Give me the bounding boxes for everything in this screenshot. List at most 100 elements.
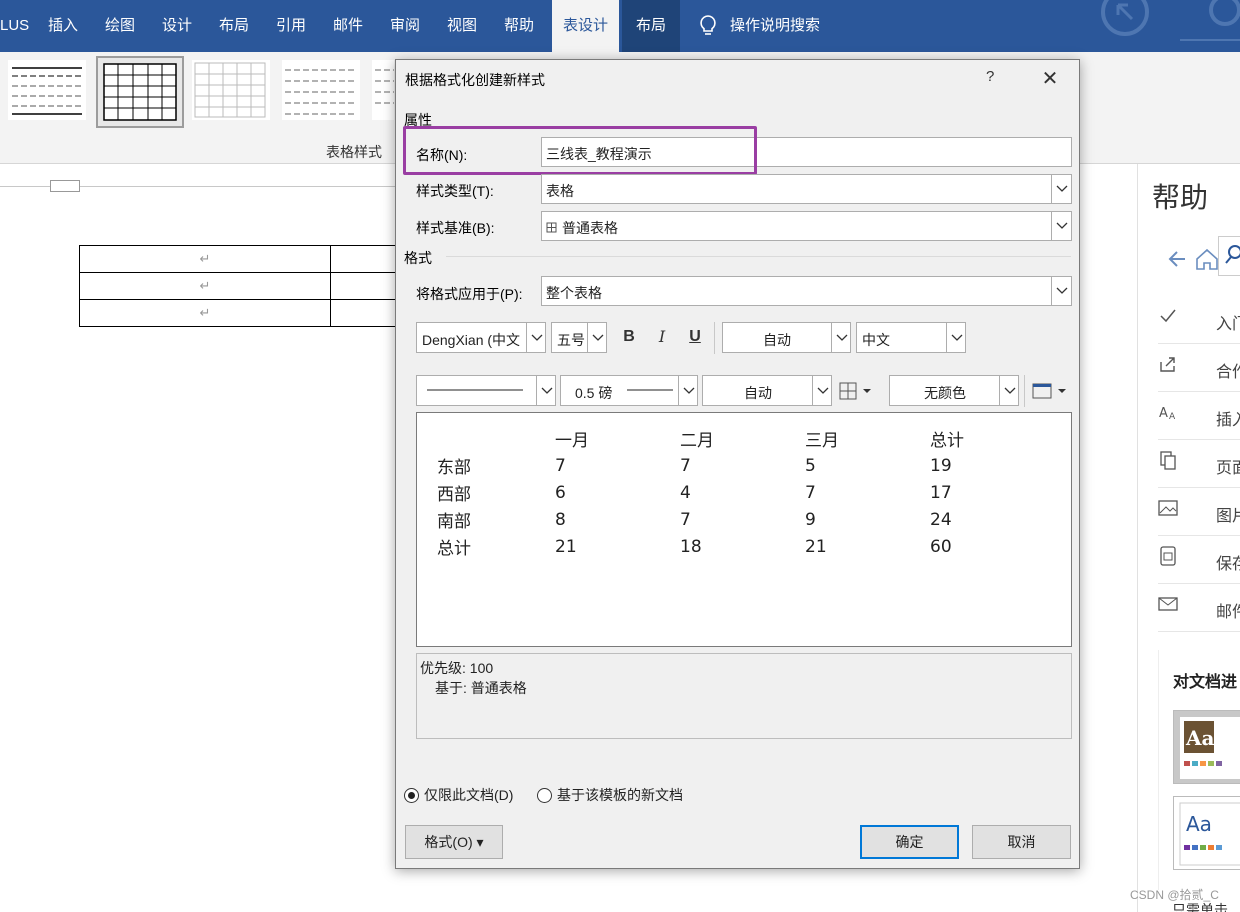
table-cell[interactable]: ↵ xyxy=(79,299,331,327)
italic-button[interactable]: I xyxy=(651,323,673,351)
chevron-down-icon[interactable] xyxy=(587,323,606,352)
font-name-select[interactable]: DengXian (中文 xyxy=(416,322,546,353)
underline-button[interactable]: U xyxy=(684,323,706,351)
border-style-select[interactable] xyxy=(416,375,556,406)
chevron-down-icon[interactable] xyxy=(1051,277,1071,305)
svg-text:A: A xyxy=(1159,406,1168,421)
radio-this-document-only[interactable]: 仅限此文档(D) xyxy=(404,785,513,805)
preview-header-row: 一月 二月 三月 总计 xyxy=(431,425,1055,452)
help-icon[interactable]: ? xyxy=(986,68,1002,85)
tab-table-design[interactable]: 表设计 xyxy=(552,0,620,52)
help-item-insert[interactable]: AA 插入 xyxy=(1158,392,1240,440)
help-card[interactable]: 对文档进 Aa Aa xyxy=(1158,650,1240,890)
style-type-select[interactable]: 表格 xyxy=(541,174,1072,204)
border-width-value: 0.5 磅 xyxy=(575,385,613,401)
radio-new-documents-template[interactable]: 基于该模板的新文档 xyxy=(537,785,683,805)
preview-cell: 5 xyxy=(805,455,816,476)
help-pane: 帮助 入门 合作 AA 插入 页面 图片 xyxy=(1137,164,1240,912)
chevron-down-icon[interactable] xyxy=(1051,212,1071,240)
tab-review[interactable]: 审阅 xyxy=(380,0,430,52)
preview-cell: 一月 xyxy=(555,431,589,451)
help-search-box[interactable] xyxy=(1218,236,1240,276)
table-cell[interactable]: ↵ xyxy=(79,272,331,300)
ruler-indent-marker[interactable] xyxy=(50,180,80,192)
tab-layout[interactable]: 布局 xyxy=(209,0,259,52)
table-style-plain[interactable] xyxy=(8,60,86,120)
style-based-select[interactable]: 普通表格 xyxy=(541,211,1072,241)
border-width-select[interactable]: 0.5 磅 xyxy=(560,375,698,406)
close-icon[interactable]: ✕ xyxy=(1036,66,1064,92)
help-item-get-started[interactable]: 入门 xyxy=(1158,296,1240,344)
preview-row: 南部 8 7 9 24 xyxy=(431,506,1055,533)
document-table[interactable]: ↵ ↵ ↵ xyxy=(79,245,401,327)
preview-cell: 17 xyxy=(930,482,952,503)
borders-grid-icon xyxy=(839,382,871,400)
preview-table: 一月 二月 三月 总计 东部 7 7 5 19 西部 6 4 7 17 南部 8… xyxy=(431,425,1055,560)
table-cell[interactable] xyxy=(330,299,401,327)
preview-cell: 9 xyxy=(805,509,816,530)
preview-cell: 南部 xyxy=(437,512,471,532)
format-menu-button[interactable]: 格式(O) ▾ xyxy=(405,825,503,859)
tell-me-search[interactable]: 操作说明搜索 xyxy=(730,0,820,52)
font-color-value: 自动 xyxy=(763,332,791,348)
preview-cell: 8 xyxy=(555,509,566,530)
preview-cell: 6 xyxy=(555,482,566,503)
help-item-collaborate[interactable]: 合作 xyxy=(1158,344,1240,392)
table-row: ↵ xyxy=(79,245,401,273)
radio-label: 仅限此文档(D) xyxy=(424,787,514,803)
font-size-select[interactable]: 五号 xyxy=(551,322,607,353)
table-alignment-icon xyxy=(1032,383,1066,399)
table-style-light-grid[interactable] xyxy=(192,60,270,120)
font-color-select[interactable]: 自动 xyxy=(722,322,851,353)
bold-button[interactable]: B xyxy=(618,323,640,351)
preview-cell: 总计 xyxy=(437,539,471,559)
ok-button[interactable]: 确定 xyxy=(860,825,959,859)
help-item-pages[interactable]: 页面 xyxy=(1158,440,1240,488)
search-icon xyxy=(1225,245,1240,264)
help-item-save[interactable]: 保存 xyxy=(1158,536,1240,584)
theme-thumbnail-light[interactable]: Aa xyxy=(1173,796,1240,870)
save-icon xyxy=(1160,546,1176,566)
preview-cell: 总计 xyxy=(930,431,964,451)
tab-insert[interactable]: 插入 xyxy=(38,0,88,52)
chevron-down-icon[interactable] xyxy=(831,323,850,352)
tab-plus[interactable]: LUS xyxy=(0,0,39,52)
table-style-dotted-grid[interactable] xyxy=(282,60,360,120)
borders-button[interactable] xyxy=(838,380,878,402)
chevron-down-icon[interactable] xyxy=(999,376,1018,405)
chevron-down-icon[interactable] xyxy=(1051,175,1071,203)
tab-help[interactable]: 帮助 xyxy=(494,0,544,52)
shading-select[interactable]: 无颜色 xyxy=(889,375,1019,406)
alignment-button[interactable] xyxy=(1030,380,1074,402)
chevron-down-icon[interactable] xyxy=(526,323,545,352)
chevron-down-icon[interactable] xyxy=(678,376,697,405)
tab-view[interactable]: 视图 xyxy=(437,0,487,52)
chevron-down-icon[interactable] xyxy=(946,323,965,352)
table-cell[interactable]: ↵ xyxy=(79,245,331,273)
help-item-pictures[interactable]: 图片 xyxy=(1158,488,1240,536)
table-cell[interactable] xyxy=(330,245,401,273)
description-based-on: 基于: 普通表格 xyxy=(435,680,527,696)
cancel-button[interactable]: 取消 xyxy=(972,825,1071,859)
chevron-down-icon[interactable] xyxy=(536,376,555,405)
table-row: ↵ xyxy=(79,299,401,327)
table-style-grid-selected[interactable] xyxy=(96,56,184,128)
radio-unselected-icon xyxy=(537,788,552,803)
decorative-pattern-icon xyxy=(1101,0,1240,41)
tab-table-layout[interactable]: 布局 xyxy=(622,0,681,52)
table-style-partial[interactable] xyxy=(372,60,394,120)
preview-cell: 4 xyxy=(680,482,691,503)
tab-design[interactable]: 设计 xyxy=(152,0,202,52)
tab-references[interactable]: 引用 xyxy=(266,0,316,52)
help-item-mail[interactable]: 邮件 xyxy=(1158,584,1240,632)
tab-draw[interactable]: 绘图 xyxy=(95,0,145,52)
shading-value: 无颜色 xyxy=(924,385,966,401)
border-color-select[interactable]: 自动 xyxy=(702,375,832,406)
table-cell[interactable] xyxy=(330,272,401,300)
apply-to-select[interactable]: 整个表格 xyxy=(541,276,1072,306)
tab-mailings[interactable]: 邮件 xyxy=(323,0,373,52)
chevron-down-icon[interactable] xyxy=(812,376,831,405)
theme-thumbnail-dark[interactable]: Aa xyxy=(1173,710,1240,784)
section-divider xyxy=(446,256,1071,257)
script-select[interactable]: 中文 xyxy=(856,322,966,353)
